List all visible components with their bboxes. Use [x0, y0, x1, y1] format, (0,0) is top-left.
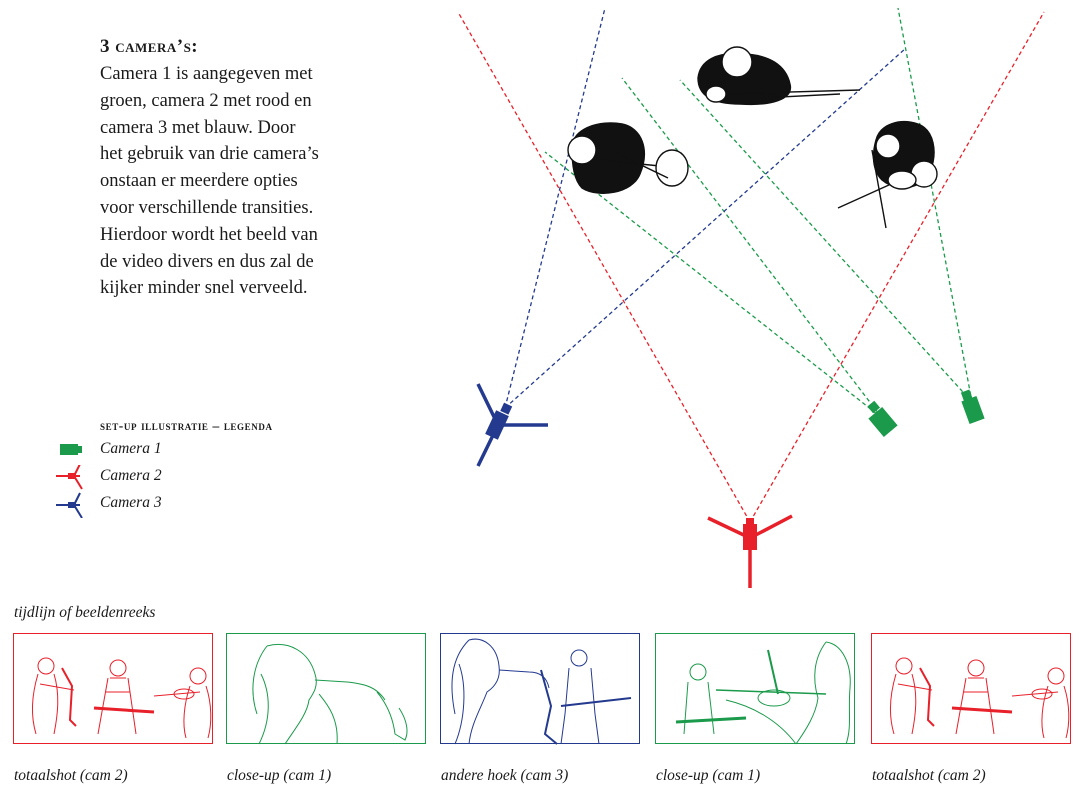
camera-2-tripod-icon [707, 514, 793, 588]
tripod-camera-icon [56, 492, 83, 518]
timeline-frame-close-up [226, 633, 426, 745]
legend-label: Camera 3 [100, 494, 162, 511]
band-sketch-illustration [889, 657, 1070, 739]
camera-icon [60, 444, 82, 455]
band-angle-illustration [451, 638, 632, 745]
legend-label: Camera 2 [100, 467, 162, 484]
timeline-frame-andere-hoek [440, 633, 640, 745]
frame-caption: totaalshot (cam 2) [872, 767, 986, 784]
legend-item-camera-1: Camera 1 [54, 438, 254, 462]
camera-1-icon [867, 389, 985, 437]
timeline-title: tijdlijn of beeldenreeks [14, 604, 156, 621]
camera-3-tripod-icon [476, 383, 548, 467]
frame-caption: andere hoek (cam 3) [441, 767, 569, 784]
legend-label: Camera 1 [100, 440, 162, 457]
tripod-camera-icon [56, 465, 83, 490]
timeline-frame-close-up [655, 633, 855, 745]
saxophone-closeup-illustration [252, 644, 408, 745]
musician-top [697, 46, 861, 106]
frame-caption: close-up (cam 1) [656, 767, 761, 784]
legend-item-camera-2: Camera 2 [54, 465, 254, 490]
timeline-frame-totaalshot [13, 633, 213, 744]
musician-violin-right [837, 121, 938, 229]
frame-caption: close-up (cam 1) [227, 767, 332, 784]
musician-violin-left [567, 122, 689, 194]
timeline-frame-totaalshot [871, 633, 1071, 744]
band-sketch-illustration [31, 657, 212, 739]
legend-title: set-up illustratie – legenda [100, 418, 273, 433]
legend-item-camera-3: Camera 3 [54, 492, 254, 518]
frame-caption: totaalshot (cam 2) [14, 767, 128, 784]
violin-closeup-illustration [675, 641, 851, 745]
